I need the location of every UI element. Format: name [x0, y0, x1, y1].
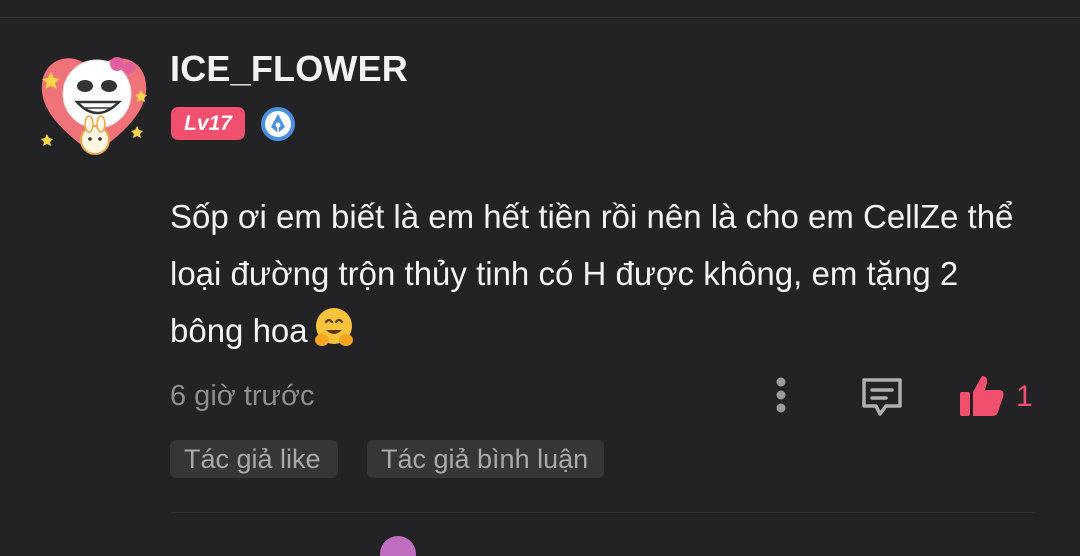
hugging-face-emoji-icon: [312, 306, 356, 350]
bottom-divider: [170, 512, 1035, 513]
author-like-tag: Tác giả like: [170, 440, 338, 478]
comment-body: Sốp ơi em biết là em hết tiền rồi nên là…: [170, 198, 1014, 349]
username[interactable]: ICE_FLOWER: [170, 48, 408, 90]
like-icon[interactable]: [958, 372, 1006, 420]
more-options-icon[interactable]: [767, 374, 795, 418]
comment-text: Sốp ơi em biết là em hết tiền rồi nên là…: [170, 188, 1040, 359]
timestamp: 6 giờ trước: [170, 380, 315, 412]
like-count: 1: [1016, 380, 1033, 413]
level-badge: Lv17: [171, 107, 245, 140]
reply-icon[interactable]: [858, 372, 906, 420]
creator-badge-icon: [259, 105, 297, 143]
top-divider: [0, 17, 1080, 18]
avatar[interactable]: [33, 42, 155, 164]
next-comment-avatar: [380, 536, 416, 556]
author-comment-tag: Tác giả bình luận: [367, 440, 604, 478]
